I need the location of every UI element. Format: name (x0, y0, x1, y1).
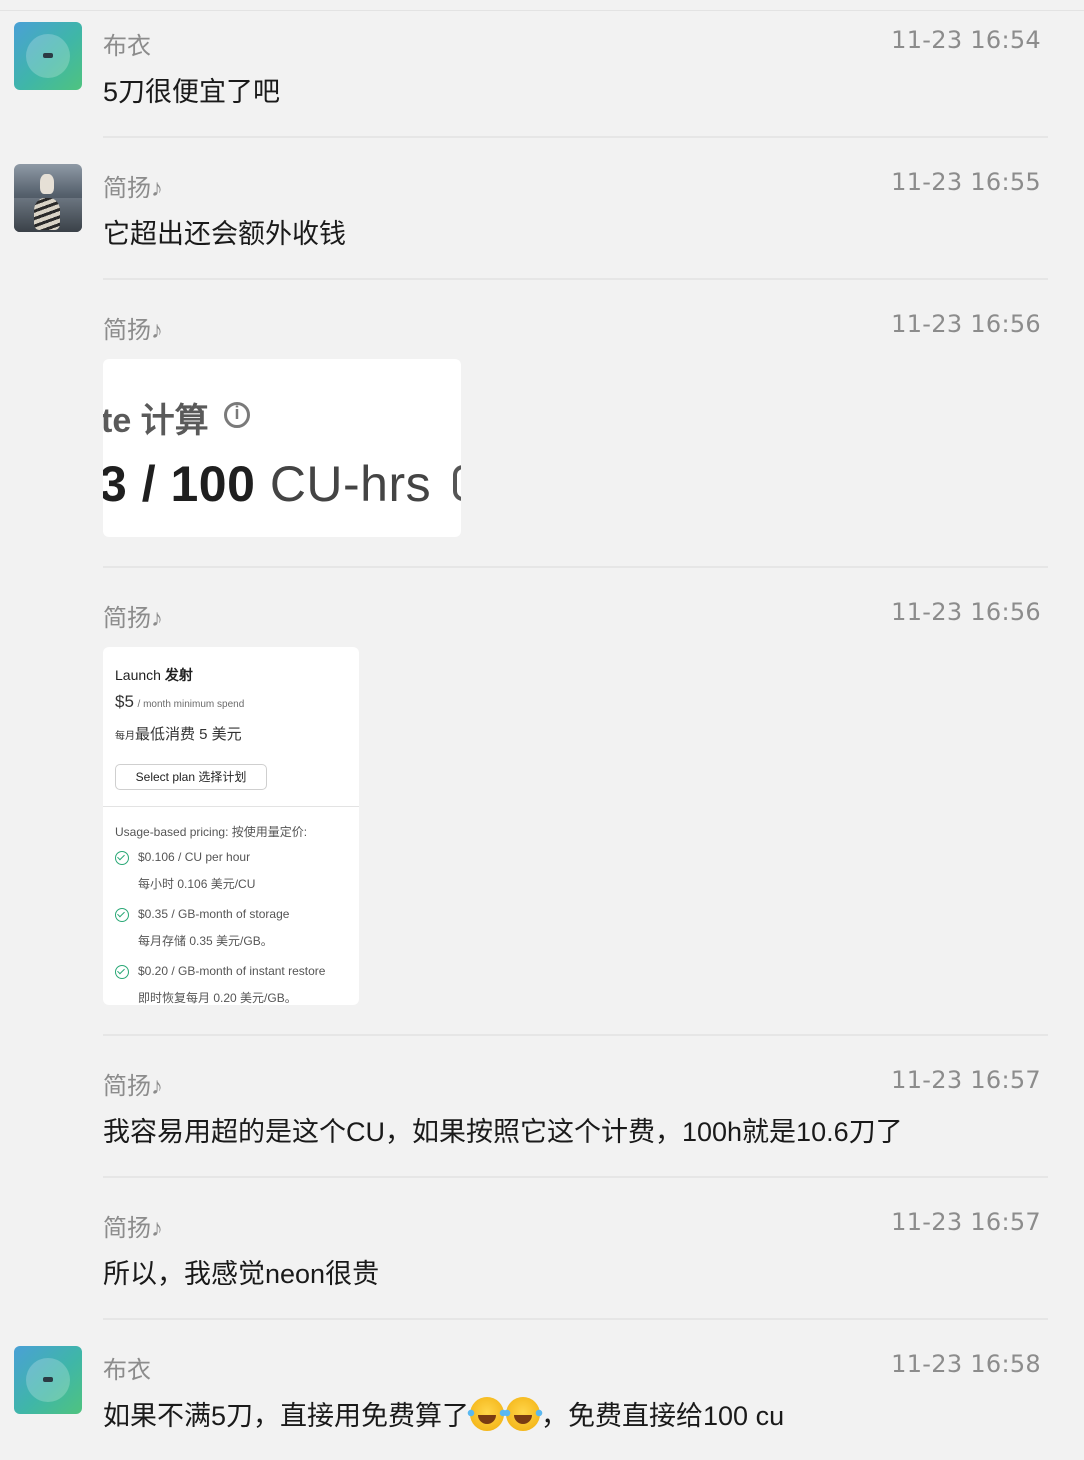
plan-title-en: Launch (115, 667, 161, 683)
tears-of-joy-emoji-icon (503, 1397, 544, 1431)
tears-of-joy-emoji-icon (467, 1397, 508, 1431)
message-time: 11-23 16:58 (891, 1350, 1041, 1378)
check-circle-icon (115, 851, 129, 865)
usage-unit: CU-hrs (269, 456, 432, 512)
info-icon (224, 402, 250, 428)
message-text: 它超出还会额外收钱 (103, 219, 346, 249)
message-divider (103, 136, 1048, 138)
message-time: 11-23 16:54 (891, 26, 1041, 54)
price-amount: $5 (115, 692, 134, 711)
plan-price: $5 / month minimum spend (115, 692, 244, 712)
sender-name[interactable]: 简扬♪ (103, 598, 163, 633)
message-divider (103, 1034, 1048, 1036)
message-text-part: 如果不满5刀，直接用免费算了 (103, 1401, 470, 1431)
message-text: 如果不满5刀，直接用免费算了 ，免费直接给100 cu (103, 1394, 784, 1433)
price-cn-text: 最低消费 5 美元 (135, 726, 242, 743)
plan-title-cn: 发射 (164, 667, 193, 683)
image-attachment-pricing-card[interactable]: Launch 发射 $5 / month minimum spend 每月最低消… (103, 647, 359, 1005)
sender-name[interactable]: 简扬♪ (103, 310, 163, 345)
avatar[interactable] (14, 22, 82, 90)
select-plan-button: Select plan 选择计划 (115, 764, 267, 790)
message-divider (103, 566, 1048, 568)
pricing-item-zh: 每小时 0.106 美元/CU (138, 877, 256, 891)
message-text-part: ，免费直接给100 cu (541, 1401, 785, 1431)
compute-label: te 计算 (103, 402, 209, 440)
avatar[interactable] (14, 164, 82, 232)
sender-name[interactable]: 布衣 (103, 26, 151, 61)
sender-name[interactable]: 简扬♪ (103, 1208, 163, 1243)
message-time: 11-23 16:57 (891, 1066, 1041, 1094)
message-time: 11-23 16:55 (891, 168, 1041, 196)
message-time: 11-23 16:57 (891, 1208, 1041, 1236)
usage-pricing-label: Usage-based pricing: 按使用量定价: (115, 825, 308, 839)
check-circle-icon (115, 965, 129, 979)
price-cn-small: 每月 (115, 731, 135, 742)
message-text: 5刀很便宜了吧 (103, 77, 281, 107)
pricing-item-zh: 即时恢复每月 0.20 美元/GB。 (138, 991, 297, 1005)
pricing-item-en: $0.35 / GB-month of storage (138, 907, 290, 921)
pricing-item-zh: 每月存储 0.35 美元/GB。 (138, 934, 273, 948)
cat-icon (40, 174, 54, 194)
price-note: / month minimum spend (137, 699, 245, 710)
image-attachment-compute-usage[interactable]: te 计算 3 / 100 CU-hrs (103, 359, 461, 537)
message-text: 我容易用超的是这个CU，如果按照它这个计费，100h就是10.6刀了 (103, 1117, 903, 1147)
message-time: 11-23 16:56 (891, 598, 1041, 626)
avatar-dot-icon (43, 1377, 53, 1382)
sender-name[interactable]: 简扬♪ (103, 168, 163, 203)
message-text: 所以，我感觉neon很贵 (103, 1259, 380, 1289)
plan-price-cn: 每月最低消费 5 美元 (115, 723, 242, 744)
cropped-icon-edge (453, 465, 461, 501)
avatar-dot-icon (43, 53, 53, 58)
message-divider (103, 1176, 1048, 1178)
chat-message-list[interactable]: 布衣 11-23 16:54 5刀很便宜了吧 简扬♪ 11-23 16:55 它… (0, 0, 1084, 1460)
pricing-item-en: $0.106 / CU per hour (138, 850, 251, 864)
message-divider (103, 278, 1048, 280)
check-circle-icon (115, 908, 129, 922)
plan-title: Launch 发射 (115, 665, 193, 685)
sender-name[interactable]: 简扬♪ (103, 1066, 163, 1101)
card-divider (103, 806, 359, 807)
pricing-item-en: $0.20 / GB-month of instant restore (138, 964, 326, 978)
compute-usage-value: 3 / 100 CU-hrs (103, 455, 431, 513)
message-time: 11-23 16:56 (891, 310, 1041, 338)
usage-count: 3 / 100 (103, 456, 256, 512)
sender-name[interactable]: 布衣 (103, 1350, 151, 1385)
avatar[interactable] (14, 1346, 82, 1414)
tiger-icon (34, 198, 60, 230)
message-divider (103, 1318, 1048, 1320)
